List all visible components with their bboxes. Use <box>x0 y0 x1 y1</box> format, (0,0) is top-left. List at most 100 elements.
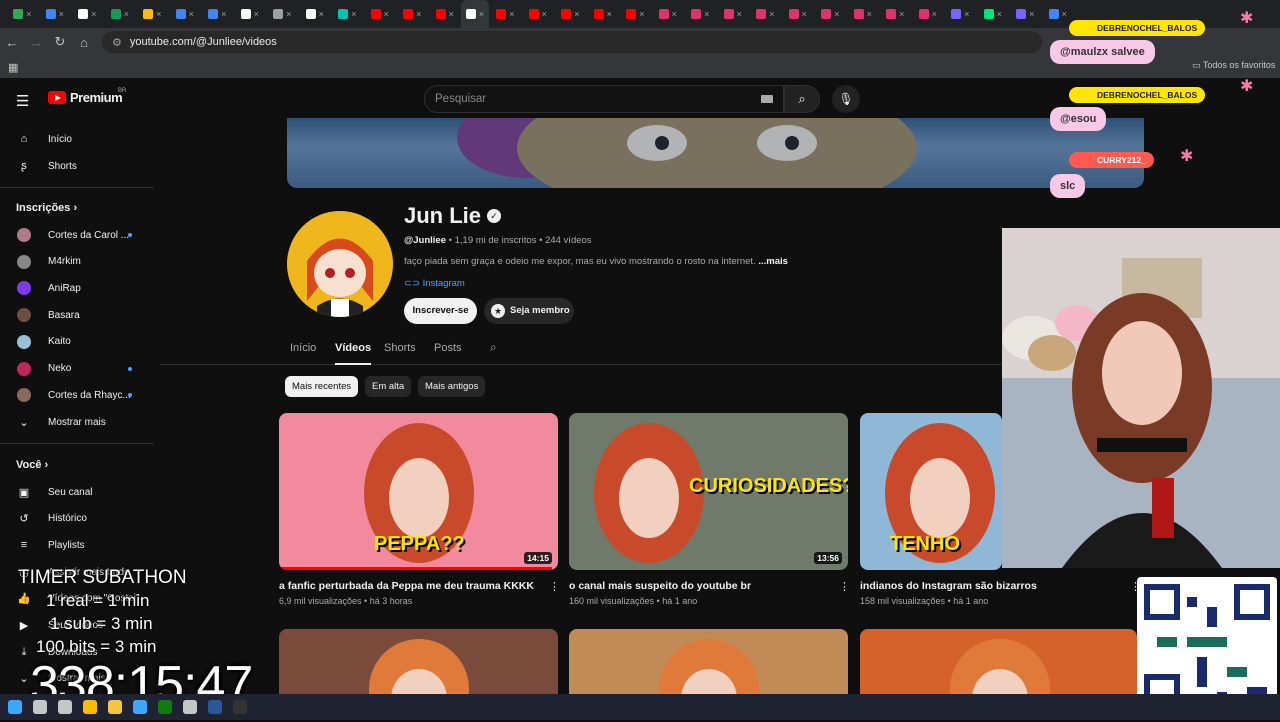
tab-posts[interactable]: Posts <box>434 342 462 354</box>
browser-tab[interactable]: × <box>717 0 750 28</box>
reload-icon[interactable]: ↻ <box>48 34 72 50</box>
sidebar-subscription[interactable]: M4rkim <box>0 249 154 275</box>
browser-tab[interactable]: × <box>782 0 815 28</box>
browser-tab[interactable]: × <box>169 0 202 28</box>
browser-tab[interactable]: × <box>364 0 397 28</box>
close-tab-icon[interactable]: × <box>964 9 969 19</box>
sidebar-item-playlists[interactable]: ≡ Playlists <box>0 532 154 558</box>
sidebar-item-channel[interactable]: ▣ Seu canal <box>0 479 154 505</box>
voice-search-button[interactable]: 🎙 <box>832 85 860 113</box>
close-tab-icon[interactable]: × <box>802 9 807 19</box>
xbox-icon[interactable] <box>158 700 172 714</box>
browser-tab[interactable]: × <box>912 0 945 28</box>
settings-icon[interactable] <box>183 700 197 714</box>
close-tab-icon[interactable]: × <box>769 9 774 19</box>
close-tab-icon[interactable]: × <box>1062 9 1067 19</box>
close-tab-icon[interactable]: × <box>867 9 872 19</box>
all-bookmarks-button[interactable]: ▭ Todos os favoritos <box>1192 60 1275 71</box>
browser-tab[interactable]: × <box>461 0 489 28</box>
close-tab-icon[interactable]: × <box>189 9 194 19</box>
browser-tab[interactable]: × <box>39 0 72 28</box>
browser-tab[interactable]: × <box>944 0 977 28</box>
browser-tab[interactable]: × <box>299 0 332 28</box>
menu-icon[interactable]: ☰ <box>16 92 29 110</box>
browser-tab[interactable]: × <box>847 0 880 28</box>
close-tab-icon[interactable]: × <box>479 9 484 19</box>
close-tab-icon[interactable]: × <box>834 9 839 19</box>
sidebar-subscription[interactable]: Neko <box>0 356 154 382</box>
sidebar-subscription[interactable]: Cortes da Rhayc... <box>0 382 154 408</box>
forward-icon[interactable]: → <box>24 35 48 50</box>
browser-tab[interactable]: × <box>977 0 1010 28</box>
close-tab-icon[interactable]: × <box>997 9 1002 19</box>
keyboard-icon[interactable] <box>761 95 773 103</box>
close-tab-icon[interactable]: × <box>607 9 612 19</box>
chip-most-recent[interactable]: Mais recentes <box>285 376 359 397</box>
browser-tab[interactable]: × <box>619 0 652 28</box>
browser-tab[interactable]: × <box>749 0 782 28</box>
join-member-button[interactable]: ★ Seja membro <box>484 298 574 324</box>
tab-videos[interactable]: Vídeos <box>335 342 372 365</box>
video-title[interactable]: indianos do Instagram são bizarros <box>860 580 1037 592</box>
close-tab-icon[interactable]: × <box>542 9 547 19</box>
windows-start-icon[interactable] <box>8 700 22 714</box>
channel-search-icon[interactable]: ⌕ <box>490 340 497 355</box>
video-thumbnail[interactable] <box>860 629 1137 694</box>
close-tab-icon[interactable]: × <box>932 9 937 19</box>
close-tab-icon[interactable]: × <box>639 9 644 19</box>
browser-tab[interactable]: × <box>1009 0 1042 28</box>
sidebar-subscription[interactable]: Kaito <box>0 329 154 355</box>
browser-tab[interactable]: × <box>104 0 137 28</box>
browser-tab[interactable]: × <box>6 0 39 28</box>
subscribe-button[interactable]: Inscrever-se <box>404 298 477 324</box>
browser-tab[interactable]: × <box>652 0 685 28</box>
video-thumbnail[interactable]: TENHO <box>860 413 1002 570</box>
chip-oldest[interactable]: Mais antigos <box>418 376 486 397</box>
youtube-premium-logo[interactable]: Premium BR <box>48 88 126 105</box>
browser-tab[interactable]: × <box>554 0 587 28</box>
search-button[interactable]: ⌕ <box>784 85 820 113</box>
browser-tab[interactable]: × <box>489 0 522 28</box>
video-menu-icon[interactable]: ⋮ <box>549 580 560 593</box>
close-tab-icon[interactable]: × <box>1029 9 1034 19</box>
chip-popular[interactable]: Em alta <box>365 376 412 397</box>
sidebar-subscription[interactable]: Basara <box>0 302 154 328</box>
you-heading[interactable]: Você › <box>16 459 48 471</box>
close-tab-icon[interactable]: × <box>384 9 389 19</box>
chrome-icon[interactable] <box>83 700 97 714</box>
close-tab-icon[interactable]: × <box>156 9 161 19</box>
close-tab-icon[interactable]: × <box>351 9 356 19</box>
subscriptions-heading[interactable]: Inscrições › <box>16 202 77 214</box>
sidebar-item-history[interactable]: ↺ Histórico <box>0 506 154 532</box>
close-tab-icon[interactable]: × <box>26 9 31 19</box>
apps-grid-icon[interactable]: ▦ <box>8 61 18 74</box>
tab-shorts[interactable]: Shorts <box>384 342 416 354</box>
video-title[interactable]: a fanfic perturbada da Peppa me deu trau… <box>279 580 534 592</box>
close-tab-icon[interactable]: × <box>59 9 64 19</box>
browser-tab[interactable]: × <box>234 0 267 28</box>
close-tab-icon[interactable]: × <box>737 9 742 19</box>
sidebar-item-shorts[interactable]: ʂ Shorts <box>0 153 154 179</box>
browser-tab[interactable]: × <box>201 0 234 28</box>
browser-tab[interactable]: × <box>684 0 717 28</box>
home-browser-icon[interactable]: ⌂ <box>72 35 96 50</box>
browser-tab[interactable]: × <box>587 0 620 28</box>
search-input[interactable]: Pesquisar <box>424 85 784 113</box>
browser-tab[interactable]: × <box>429 0 462 28</box>
video-thumbnail[interactable]: PEPPA?? 14:15 <box>279 413 558 570</box>
site-info-icon[interactable]: ⚙ <box>112 36 122 49</box>
channel-description[interactable]: faço piada sem graça e odeio me expor, m… <box>404 256 788 267</box>
close-tab-icon[interactable]: × <box>91 9 96 19</box>
close-tab-icon[interactable]: × <box>221 9 226 19</box>
video-thumbnail[interactable]: CURIOSIDADES? 13:56 <box>569 413 848 570</box>
close-tab-icon[interactable]: × <box>416 9 421 19</box>
file-explorer-icon[interactable] <box>108 700 122 714</box>
close-tab-icon[interactable]: × <box>124 9 129 19</box>
tab-home[interactable]: Início <box>290 342 316 354</box>
close-tab-icon[interactable]: × <box>286 9 291 19</box>
channel-avatar[interactable] <box>287 211 393 317</box>
browser-tab[interactable]: × <box>522 0 555 28</box>
browser-tab[interactable]: × <box>331 0 364 28</box>
close-tab-icon[interactable]: × <box>704 9 709 19</box>
browser-tab[interactable]: × <box>814 0 847 28</box>
